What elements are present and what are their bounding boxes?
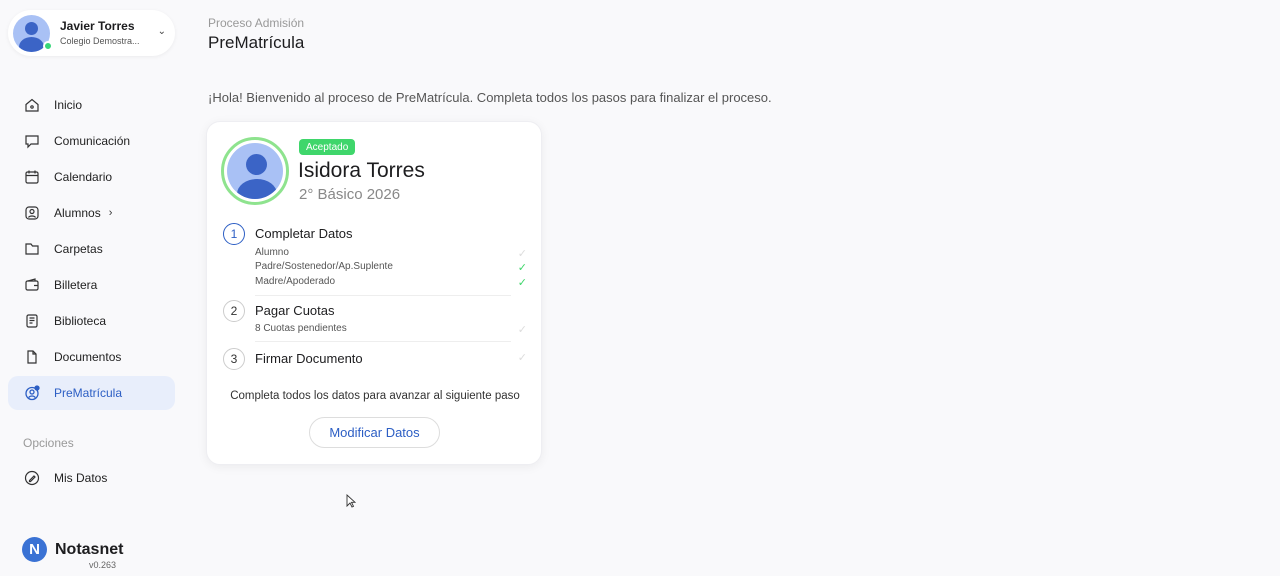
nav-item-inicio[interactable]: Inicio (8, 88, 175, 122)
step-title: Pagar Cuotas (255, 303, 335, 318)
subitem-label: 8 Cuotas pendientes (255, 323, 347, 334)
nav-item-mis-datos[interactable]: Mis Datos (8, 461, 175, 495)
nav-item-label: PreMatrícula (54, 386, 123, 400)
book-icon (26, 314, 38, 328)
wallet-icon (25, 278, 39, 291)
page-title: PreMatrícula (208, 33, 305, 52)
main-nav: Inicio Comunicación Calendario Alumnos ›… (8, 88, 175, 412)
step-hint: Completa todos los datos para avanzar al… (230, 390, 520, 402)
mouse-cursor-icon (346, 494, 356, 508)
brand-name: Notasnet (55, 540, 124, 558)
online-status-dot (43, 41, 53, 51)
nav-item-label: Comunicación (54, 134, 131, 148)
step-title: Firmar Documento (255, 351, 363, 366)
check-icon: ✓ (517, 248, 527, 260)
subitem-label: Padre/Sostenedor/Ap.Suplente (255, 261, 393, 272)
nav-item-label: Mis Datos (54, 471, 108, 485)
calendar-icon (25, 170, 39, 184)
nav-item-comunicacion[interactable]: Comunicación (8, 124, 175, 158)
options-nav: Mis Datos (8, 461, 175, 497)
step-number: 3 (223, 348, 245, 370)
app-version: v0.263 (89, 560, 117, 570)
welcome-message: ¡Hola! Bienvenido al proceso de PreMatrí… (208, 90, 772, 105)
nav-item-label: Documentos (54, 350, 122, 364)
user-school: Colegio Demostra... (60, 35, 140, 46)
step-subitem: Alumno (255, 247, 527, 258)
nav-item-label: Calendario (54, 170, 113, 184)
pencil-icon (24, 470, 40, 486)
home-icon (25, 98, 39, 112)
user-name: Javier Torres (60, 19, 135, 34)
breadcrumb: Proceso Admisión (208, 16, 305, 30)
nav-item-label: Carpetas (54, 242, 103, 256)
document-icon (27, 350, 37, 364)
step-subitem: Madre/Apoderado (255, 276, 527, 287)
enrollment-card: Aceptado Isidora Torres 2° Básico 2026 1… (206, 121, 542, 465)
brand: N Notasnet (22, 537, 123, 562)
nav-item-alumnos[interactable]: Alumnos › (8, 196, 175, 230)
step-subitem: Padre/Sostenedor/Ap.Suplente (255, 261, 527, 272)
nav-item-label: Biblioteca (54, 314, 107, 328)
student-name: Isidora Torres (298, 159, 425, 182)
nav-item-billetera[interactable]: Billetera (8, 268, 175, 302)
check-icon: ✓ (517, 262, 527, 274)
step-number: 2 (223, 300, 245, 322)
enrollment-icon (25, 385, 40, 401)
nav-item-calendario[interactable]: Calendario (8, 160, 175, 194)
chat-icon (25, 135, 39, 149)
nav-item-prematricula[interactable]: PreMatrícula (8, 376, 175, 410)
section-label-opciones: Opciones (23, 436, 74, 450)
nav-item-label: Billetera (54, 278, 98, 292)
nav-item-label: Alumnos (54, 206, 101, 220)
nav-item-carpetas[interactable]: Carpetas (8, 232, 175, 266)
student-grade: 2° Básico 2026 (299, 186, 401, 203)
user-icon (25, 206, 39, 220)
nav-item-documentos[interactable]: Documentos (8, 340, 175, 374)
divider (255, 295, 511, 296)
user-menu[interactable]: Javier Torres Colegio Demostra... ⌄ (8, 10, 175, 56)
check-icon: ✓ (517, 277, 527, 289)
step-title: Completar Datos (255, 226, 353, 241)
check-icon: ✓ (517, 352, 527, 364)
student-avatar (221, 137, 289, 205)
step-number: 1 (223, 223, 245, 245)
subitem-label: Madre/Apoderado (255, 276, 336, 287)
divider (255, 341, 511, 342)
status-badge: Aceptado (299, 139, 356, 155)
sidebar: Javier Torres Colegio Demostra... ⌄ Inic… (0, 0, 186, 576)
chevron-down-icon: ⌄ (157, 26, 166, 37)
step-subitem: 8 Cuotas pendientes (255, 323, 527, 334)
modify-data-button[interactable]: Modificar Datos (309, 417, 440, 448)
folder-icon (25, 243, 39, 255)
subitem-label: Alumno (255, 247, 289, 258)
brand-logo: N (22, 537, 47, 562)
nav-item-biblioteca[interactable]: Biblioteca (8, 304, 175, 338)
nav-item-label: Inicio (54, 98, 83, 112)
chevron-right-icon: › (108, 207, 113, 219)
check-icon: ✓ (517, 324, 527, 336)
